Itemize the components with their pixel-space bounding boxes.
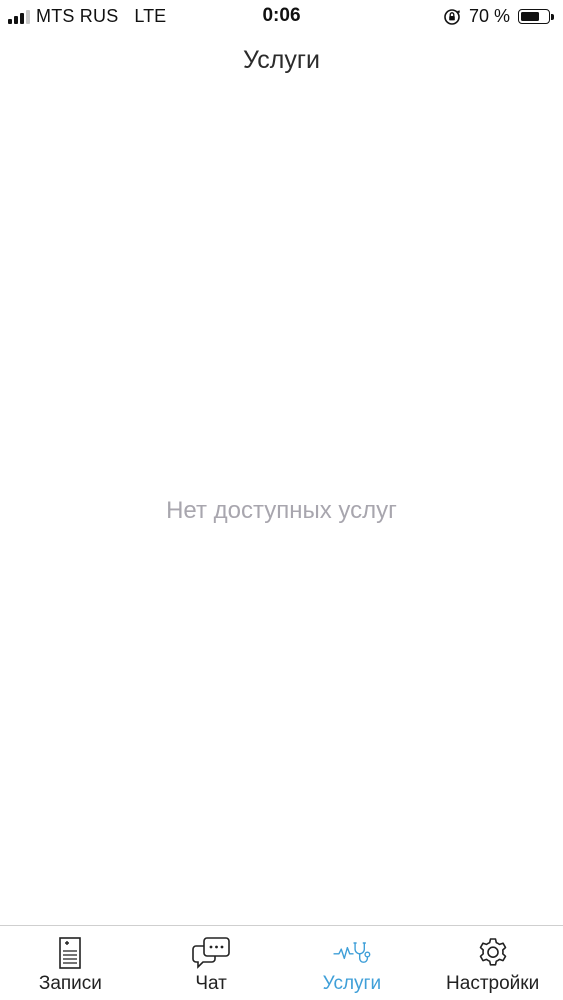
chat-bubbles-icon [191,936,231,972]
battery-percent: 70 % [468,6,510,26]
tab-label-records: Записи [38,973,102,994]
gear-icon [473,936,513,972]
page-title: Услуги [243,46,320,74]
stethoscope-icon [332,936,372,972]
app-screen: MTS RUS LTE 0:06 70 % Услуги Нет доступн… [0,0,563,1000]
tab-settings[interactable]: Настройки [422,926,563,1000]
tab-services[interactable]: Услуги [282,926,423,1000]
tab-label-settings: Настройки [446,973,540,994]
empty-state-message: Нет доступных услуг [166,497,397,524]
tab-bar: Записи Чат Услуги Настройки [0,925,563,1000]
battery-icon [518,9,554,24]
status-bar: MTS RUS LTE 0:06 70 % [0,0,563,32]
status-right: 70 % [443,6,554,27]
tab-records[interactable]: Записи [0,926,141,1000]
tab-chat[interactable]: Чат [141,926,282,1000]
medical-record-icon [50,936,90,972]
battery-level [521,12,539,21]
tab-label-chat: Чат [195,973,227,994]
tab-label-services: Услуги [322,973,382,994]
orientation-lock-icon [444,8,460,25]
